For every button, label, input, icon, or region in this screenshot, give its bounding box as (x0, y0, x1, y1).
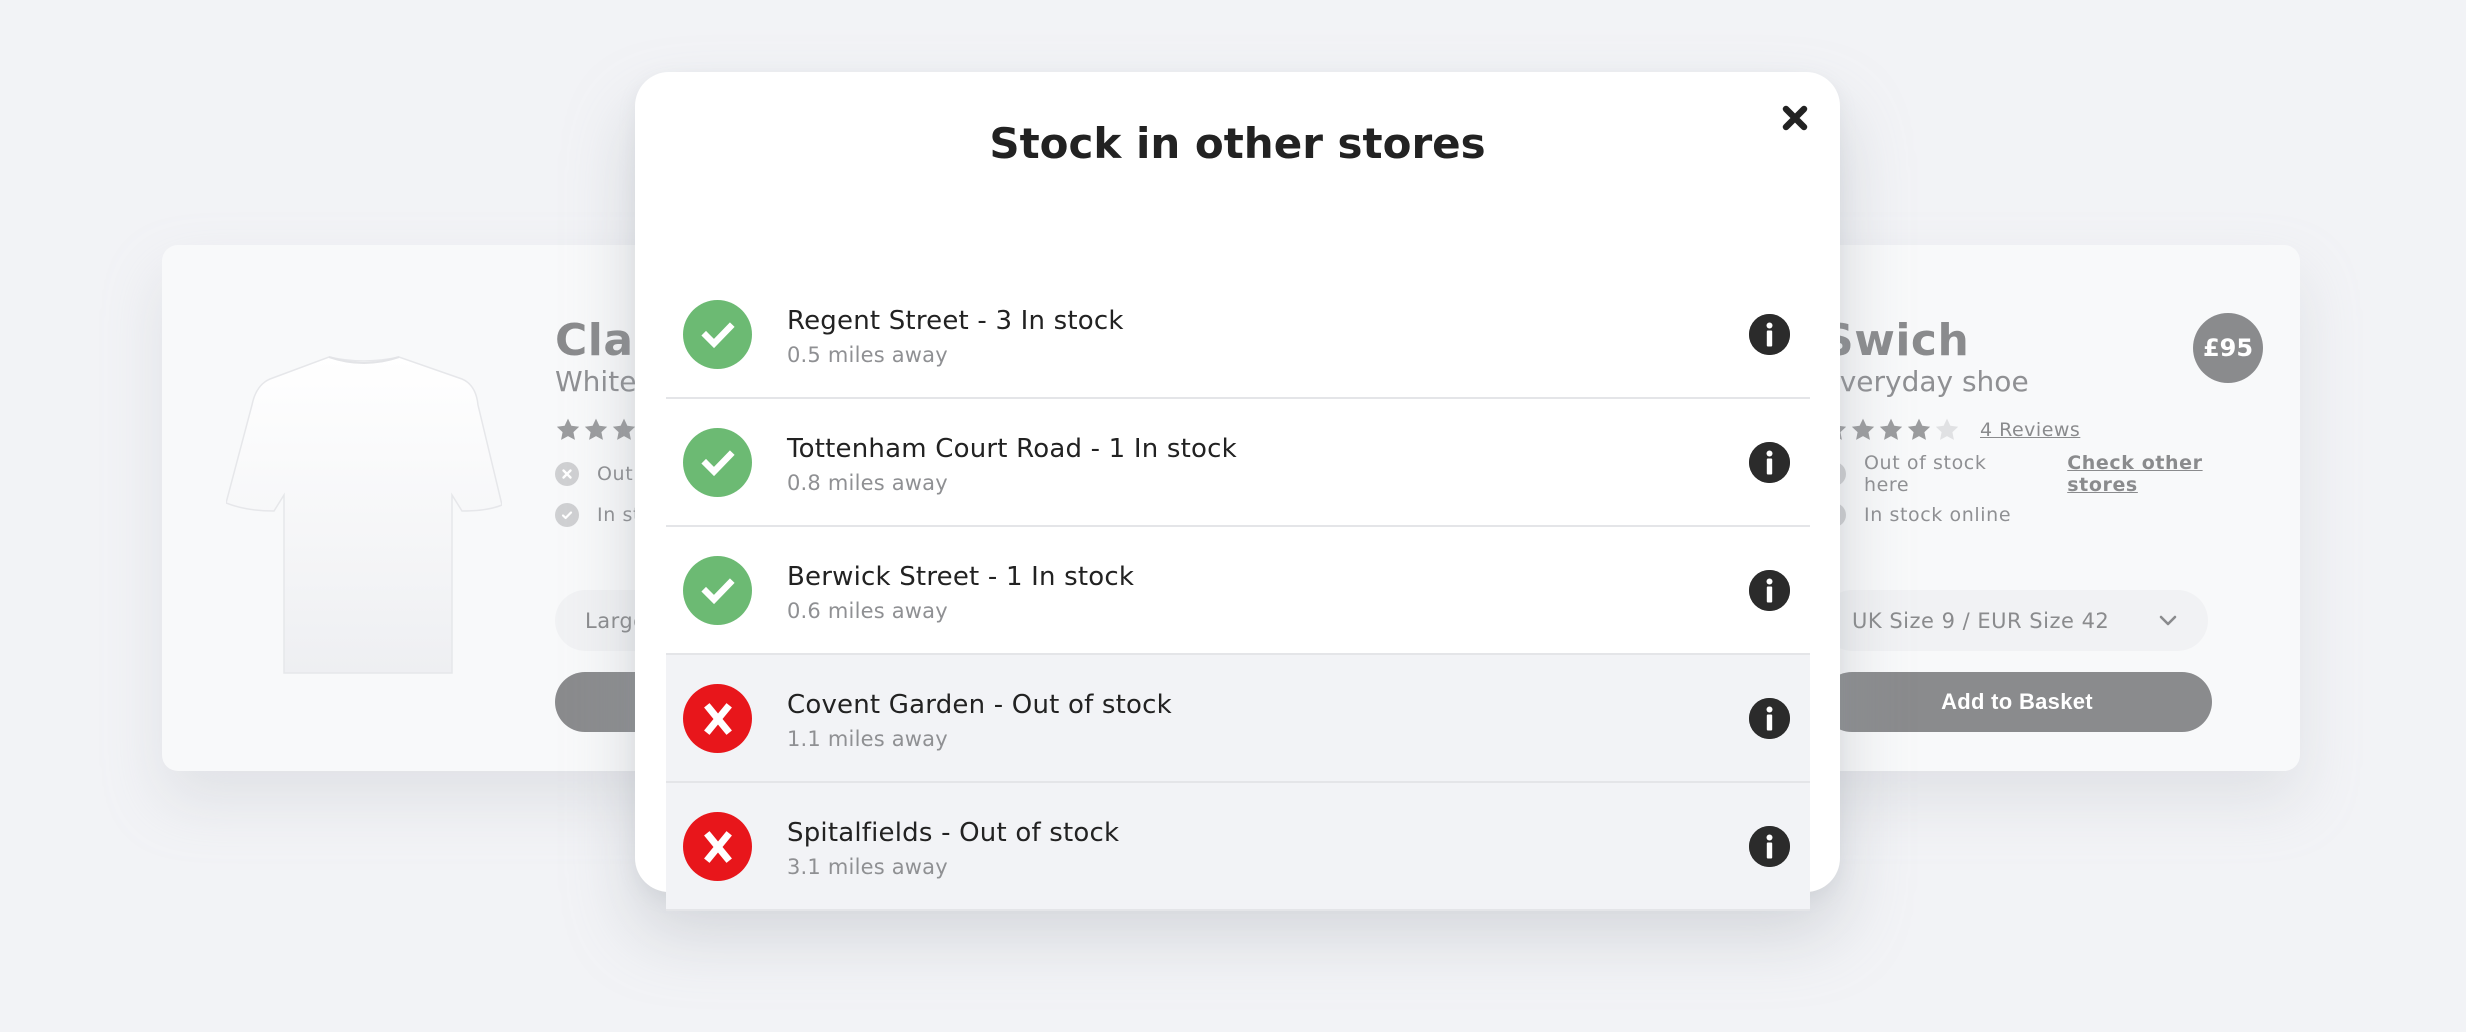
store-name: Berwick Street - 1 In stock (787, 562, 1135, 592)
store-text: Berwick Street - 1 In stock 0.6 miles aw… (787, 561, 1134, 625)
star-icon (1851, 418, 1875, 440)
info-button[interactable] (1749, 314, 1790, 355)
x-circle-icon (555, 462, 579, 486)
status-in-label: In stock online (1864, 504, 2012, 526)
reviews-link[interactable]: 4 Reviews (1980, 419, 2080, 441)
info-icon (1749, 570, 1790, 611)
check-circle-icon (683, 556, 752, 625)
store-row-out-of-stock: Spitalfields - Out of stock 3.1 miles aw… (666, 783, 1810, 911)
size-select[interactable]: UK Size 9 / EUR Size 42 (1822, 590, 2208, 651)
size-select-value: UK Size 9 / EUR Size 42 (1852, 608, 2110, 633)
star-icon (556, 418, 580, 440)
check-other-stores-link[interactable]: Check other stores (2067, 452, 2262, 496)
store-list: Regent Street - 3 In stock 0.5 miles awa… (666, 271, 1810, 911)
modal-title: Stock in other stores (989, 119, 1486, 168)
info-button[interactable] (1749, 442, 1790, 483)
star-empty-icon (1935, 418, 1959, 440)
status-out-of-stock: Out of stock here Check other stores (1822, 452, 2262, 496)
tshirt-image (226, 356, 502, 674)
info-button[interactable] (1749, 698, 1790, 739)
store-distance: 0.5 miles away (787, 343, 948, 367)
store-text: Covent Garden - Out of stock 1.1 miles a… (787, 689, 1172, 753)
star-icon (584, 418, 608, 440)
store-distance: 0.8 miles away (787, 471, 948, 495)
info-icon (1749, 442, 1790, 483)
store-name: Tottenham Court Road - 1 In stock (787, 434, 1237, 464)
info-button[interactable] (1749, 570, 1790, 611)
check-circle-icon (683, 428, 752, 497)
star-icon (612, 418, 636, 440)
store-distance: 0.6 miles away (787, 599, 948, 623)
x-circle-icon (683, 812, 752, 881)
store-row-in-stock: Tottenham Court Road - 1 In stock 0.8 mi… (666, 399, 1810, 527)
chevron-down-icon (2159, 615, 2177, 626)
info-button[interactable] (1749, 826, 1790, 867)
check-circle-icon (555, 503, 579, 527)
star-icon (1879, 418, 1903, 440)
check-circle-icon (683, 300, 752, 369)
store-name: Regent Street - 3 In stock (787, 306, 1124, 336)
add-to-basket-button[interactable]: Add to Basket (1822, 672, 2212, 732)
status-out-label: Out of stock here (1864, 452, 1987, 496)
store-distance: 3.1 miles away (787, 855, 948, 879)
stock-modal: Stock in other stores Regent Street - 3 … (635, 72, 1840, 911)
info-icon (1749, 826, 1790, 867)
store-distance: 1.1 miles away (787, 727, 948, 751)
x-circle-icon (683, 684, 752, 753)
product-subtitle: Everyday shoe (1822, 365, 2029, 398)
star-icon (1907, 418, 1931, 440)
store-name: Spitalfields - Out of stock (787, 818, 1120, 848)
store-row-in-stock: Regent Street - 3 In stock 0.5 miles awa… (666, 271, 1810, 399)
store-name: Covent Garden - Out of stock (787, 690, 1172, 720)
price-badge: £95 (2193, 313, 2263, 383)
status-in-stock-online: In stock online (1822, 502, 2262, 528)
store-row-out-of-stock: Covent Garden - Out of stock 1.1 miles a… (666, 655, 1810, 783)
store-text: Tottenham Court Road - 1 In stock 0.8 mi… (787, 433, 1237, 497)
info-icon (1749, 314, 1790, 355)
store-row-in-stock: Berwick Street - 1 In stock 0.6 miles aw… (666, 527, 1810, 655)
rating-stars: 4 Reviews (1822, 415, 2262, 445)
store-text: Spitalfields - Out of stock 3.1 miles aw… (787, 817, 1119, 881)
store-text: Regent Street - 3 In stock 0.5 miles awa… (787, 305, 1124, 369)
info-icon (1749, 698, 1790, 739)
